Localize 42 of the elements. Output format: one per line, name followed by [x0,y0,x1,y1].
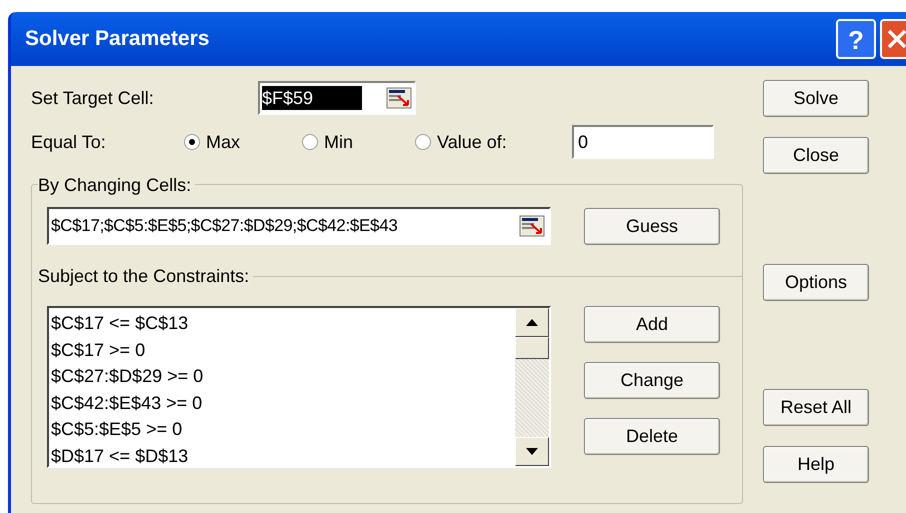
constraints-list[interactable]: $C$17 <= $C$13 $C$17 >= 0 $C$27:$D$29 >= 0 $C$42:$E$43 >= 0 $C$5:$E$5 >= 0 $D$17 <= $D$13 [47,306,551,468]
constraint-item[interactable]: $C$27:$D$29 >= 0 [51,363,515,390]
constraint-item[interactable]: $C$42:$E$43 >= 0 [51,390,515,416]
dialog-button[interactable]: Delete [584,418,720,455]
close-button[interactable] [880,19,906,59]
range-select-icon[interactable] [519,215,545,237]
constraint-item[interactable]: $C$5:$E$5 >= 0 [51,416,515,442]
radio-button[interactable] [184,134,200,150]
close-icon [886,28,906,50]
radio-label: Min [324,130,354,154]
scroll-down-button[interactable] [515,437,549,466]
target-cell-value: $F$59 [262,86,362,110]
dialog-button[interactable]: Reset All [763,389,869,426]
radio-label: Value of: [437,130,507,154]
dialog-button[interactable]: Add [584,306,720,343]
down-arrow-icon [526,448,538,455]
radio-button[interactable] [302,134,318,150]
constraint-item[interactable]: $D$17 <= $D$13 [51,442,515,469]
dialog-button[interactable]: Change [584,362,720,399]
range-select-icon[interactable] [386,87,412,109]
dialog-button[interactable]: Help [763,446,869,483]
radio-button[interactable] [415,134,432,150]
target-cell-label: Set Target Cell: [31,86,155,110]
changing-cells-field[interactable]: $C$17;$C$5:$E$5;$C$27:$D$29;$C$42:$E$43 [47,207,551,245]
changing-cells-value: $C$17;$C$5:$E$5;$C$27:$D$29;$C$42:$E$43 [51,215,399,238]
dialog-button[interactable]: Options [763,264,869,301]
help-button[interactable]: ? [836,19,876,59]
dialog-button[interactable]: Solve [763,80,869,117]
up-arrow-icon [526,319,538,326]
section-label: Subject to the Constraints: [37,265,250,288]
equal-to-label: Equal To: [31,130,107,154]
constraint-item[interactable]: $C$17 <= $C$13 [51,310,515,336]
target-cell-field[interactable]: $F$59 [258,81,416,115]
constraint-item[interactable]: $C$17 >= 0 [51,336,515,363]
radio-label: Max [206,130,240,154]
window-title: Solver Parameters [25,26,210,52]
scroll-up-button[interactable] [515,308,549,337]
scroll-thumb[interactable] [515,337,549,359]
dialog-button[interactable]: Guess [584,208,720,244]
value-field[interactable]: 0 [572,125,714,159]
dialog-button[interactable]: Close [763,137,869,174]
scrollbar[interactable] [515,308,549,466]
